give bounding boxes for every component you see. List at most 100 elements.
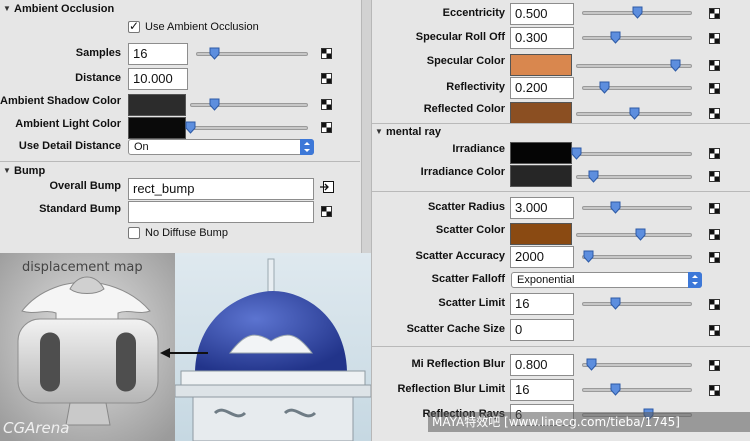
reflectivity-field[interactable]: 0.200 xyxy=(510,77,574,99)
input-connection-icon[interactable] xyxy=(320,181,334,193)
map-button-icon[interactable] xyxy=(709,171,720,182)
map-button-icon[interactable] xyxy=(709,148,720,159)
slider-knob-icon[interactable] xyxy=(632,6,643,19)
reflection-blur-limit-label: Reflection Blur Limit xyxy=(397,383,505,395)
mi-reflection-blur-field[interactable]: 0.800 xyxy=(510,354,574,376)
section-divider xyxy=(372,346,750,347)
mental-ray-title: mental ray xyxy=(386,126,442,138)
standard-bump-field[interactable] xyxy=(128,201,314,223)
slider-knob-icon[interactable] xyxy=(571,147,582,160)
no-diffuse-bump-checkbox[interactable] xyxy=(128,227,140,239)
reflection-blur-limit-slider[interactable] xyxy=(582,383,692,397)
scatter-color-slider[interactable] xyxy=(576,228,692,242)
ambient-shadow-slider[interactable] xyxy=(190,98,308,112)
section-divider xyxy=(372,191,750,192)
reflectivity-slider[interactable] xyxy=(582,81,692,95)
irradiance-color-slider[interactable] xyxy=(576,170,692,184)
map-button-icon[interactable] xyxy=(321,122,332,133)
slider-knob-icon[interactable] xyxy=(635,228,646,241)
slider-knob-icon[interactable] xyxy=(610,31,621,44)
scatter-limit-field[interactable]: 16 xyxy=(510,293,574,315)
example-render-image: displacement map CGArena xyxy=(0,253,371,441)
use-detail-distance-label: Use Detail Distance xyxy=(18,140,121,152)
scatter-accuracy-slider[interactable] xyxy=(582,250,692,264)
scatter-limit-slider[interactable] xyxy=(582,297,692,311)
slider-knob-icon[interactable] xyxy=(588,170,599,183)
specular-color-swatch[interactable] xyxy=(510,54,572,76)
slider-knob-icon[interactable] xyxy=(629,107,640,120)
specular-roll-off-slider[interactable] xyxy=(582,31,692,45)
map-button-icon[interactable] xyxy=(321,73,332,84)
irradiance-swatch[interactable] xyxy=(510,142,572,164)
map-button-icon[interactable] xyxy=(709,325,720,336)
slider-knob-icon[interactable] xyxy=(610,201,621,214)
slider-knob-icon[interactable] xyxy=(209,47,220,60)
standard-bump-label: Standard Bump xyxy=(39,203,121,215)
dropdown-arrows-icon[interactable] xyxy=(688,272,702,288)
map-button-icon[interactable] xyxy=(709,385,720,396)
samples-slider[interactable] xyxy=(196,47,308,61)
overall-bump-field[interactable]: rect_bump xyxy=(128,178,314,200)
map-button-icon[interactable] xyxy=(709,203,720,214)
ambient-light-color-swatch[interactable] xyxy=(128,117,186,139)
scatter-radius-field[interactable]: 3.000 xyxy=(510,197,574,219)
mi-reflection-blur-label: Mi Reflection Blur xyxy=(411,358,505,370)
samples-field[interactable]: 16 xyxy=(128,43,188,65)
scatter-radius-slider[interactable] xyxy=(582,201,692,215)
irradiance-label: Irradiance xyxy=(452,143,505,155)
slider-knob-icon[interactable] xyxy=(599,81,610,94)
distance-field[interactable]: 10.000 xyxy=(128,68,188,90)
displacement-map-caption: displacement map xyxy=(22,260,143,275)
mi-reflection-blur-slider[interactable] xyxy=(582,358,692,372)
mental-ray-header[interactable]: ▼ mental ray xyxy=(372,123,750,141)
map-button-icon[interactable] xyxy=(709,299,720,310)
displacement-map-image xyxy=(0,253,175,441)
ambient-light-slider[interactable] xyxy=(185,121,308,135)
scatter-accuracy-field[interactable]: 2000 xyxy=(510,246,574,268)
ambient-occlusion-title: Ambient Occlusion xyxy=(14,3,115,15)
slider-knob-icon[interactable] xyxy=(185,121,196,134)
use-ao-checkbox[interactable] xyxy=(128,19,140,33)
slider-knob-icon[interactable] xyxy=(583,250,594,263)
eccentricity-field[interactable]: 0.500 xyxy=(510,3,574,25)
map-button-icon[interactable] xyxy=(321,99,332,110)
map-button-icon[interactable] xyxy=(709,83,720,94)
slider-knob-icon[interactable] xyxy=(670,59,681,72)
map-button-icon[interactable] xyxy=(709,229,720,240)
irradiance-color-swatch[interactable] xyxy=(510,165,572,187)
reflected-color-slider[interactable] xyxy=(576,107,692,121)
scatter-color-swatch[interactable] xyxy=(510,223,572,245)
eccentricity-slider[interactable] xyxy=(582,6,692,20)
slider-knob-icon[interactable] xyxy=(586,358,597,371)
specular-roll-off-field[interactable]: 0.300 xyxy=(510,27,574,49)
irradiance-color-label: Irradiance Color xyxy=(420,166,505,178)
site-watermark: MAYA特效吧 [www.linecg.com/tieba/1745] xyxy=(428,412,750,432)
scatter-cache-size-field[interactable]: 0 xyxy=(510,319,574,341)
dropdown-arrows-icon[interactable] xyxy=(300,139,314,155)
specular-color-slider[interactable] xyxy=(576,59,692,73)
map-button-icon[interactable] xyxy=(709,33,720,44)
scatter-falloff-dropdown[interactable]: Exponential xyxy=(511,272,702,288)
specular-roll-off-label: Specular Roll Off xyxy=(415,31,505,43)
specular-color-label: Specular Color xyxy=(426,55,505,67)
map-button-icon[interactable] xyxy=(709,60,720,71)
map-button-icon[interactable] xyxy=(321,206,332,217)
map-button-icon[interactable] xyxy=(709,360,720,371)
reflected-color-swatch[interactable] xyxy=(510,102,572,124)
ambient-shadow-color-swatch[interactable] xyxy=(128,94,186,116)
map-button-icon[interactable] xyxy=(709,108,720,119)
ambient-occlusion-header[interactable]: ▼ Ambient Occlusion xyxy=(0,0,360,18)
slider-knob-icon[interactable] xyxy=(610,383,621,396)
reflection-blur-limit-field[interactable]: 16 xyxy=(510,379,574,401)
collapse-triangle-icon[interactable]: ▼ xyxy=(3,162,11,180)
map-button-icon[interactable] xyxy=(709,252,720,263)
map-button-icon[interactable] xyxy=(709,8,720,19)
slider-knob-icon[interactable] xyxy=(610,297,621,310)
use-ao-label: Use Ambient Occlusion xyxy=(145,21,259,33)
irradiance-slider[interactable] xyxy=(571,147,692,161)
collapse-triangle-icon[interactable]: ▼ xyxy=(375,123,383,141)
map-button-icon[interactable] xyxy=(321,48,332,59)
slider-knob-icon[interactable] xyxy=(209,98,220,111)
collapse-triangle-icon[interactable]: ▼ xyxy=(3,0,11,18)
use-detail-distance-dropdown[interactable]: On xyxy=(128,139,314,155)
